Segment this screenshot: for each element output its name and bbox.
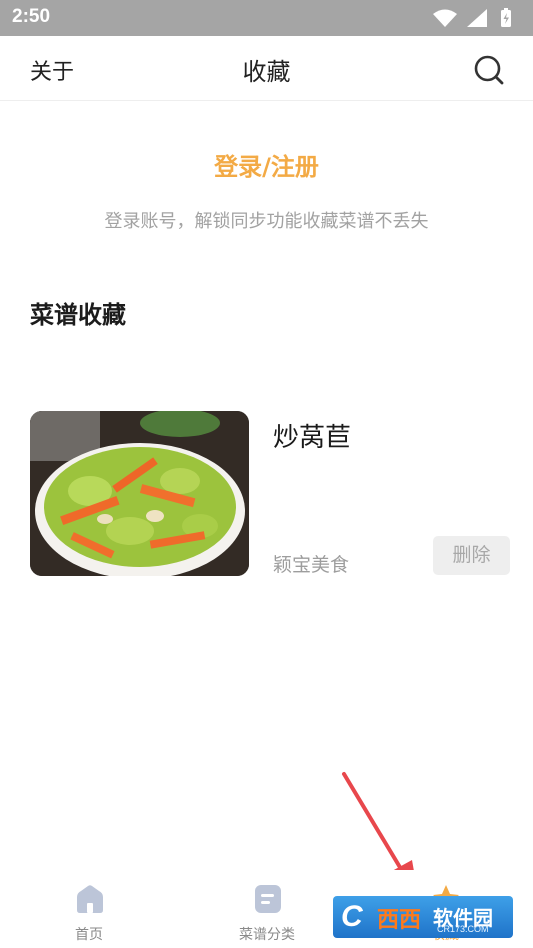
tab-home-label: 首页	[75, 927, 103, 943]
section-title: 菜谱收藏	[30, 301, 126, 329]
watermark-mark: C	[341, 900, 363, 933]
recipe-category-icon	[255, 885, 281, 913]
recipe-author: 颖宝美食	[273, 554, 350, 576]
status-time: 2:50	[12, 6, 51, 27]
watermark-logo: C 西西 软件园 CR173.COM	[333, 896, 513, 938]
watermark-domain: CR173.COM	[437, 924, 489, 934]
delete-button[interactable]: 删除	[433, 536, 510, 575]
recipe-image	[30, 411, 249, 576]
home-icon	[77, 885, 103, 913]
tab-recipe-category-label: 菜谱分类	[239, 927, 295, 943]
tab-home[interactable]: 首页	[0, 870, 178, 948]
page-title: 收藏	[242, 58, 291, 86]
status-icons	[433, 8, 511, 27]
recipe-name: 炒莴苣	[273, 423, 352, 453]
watermark-brand: 西西	[377, 908, 422, 933]
search-icon[interactable]	[473, 54, 505, 86]
recipe-card[interactable]: 炒莴苣 颖宝美食 删除	[30, 411, 510, 577]
cellular-icon	[467, 9, 487, 27]
status-bar: 2:50	[0, 0, 533, 36]
tab-recipe-category[interactable]: 菜谱分类	[178, 870, 356, 948]
wifi-icon	[433, 9, 457, 27]
login-subtitle: 登录账号，解锁同步功能收藏菜谱不丢失	[104, 211, 429, 232]
top-nav-bar: 关于 收藏	[0, 36, 533, 101]
login-register-link[interactable]: 登录/注册	[0, 147, 533, 182]
